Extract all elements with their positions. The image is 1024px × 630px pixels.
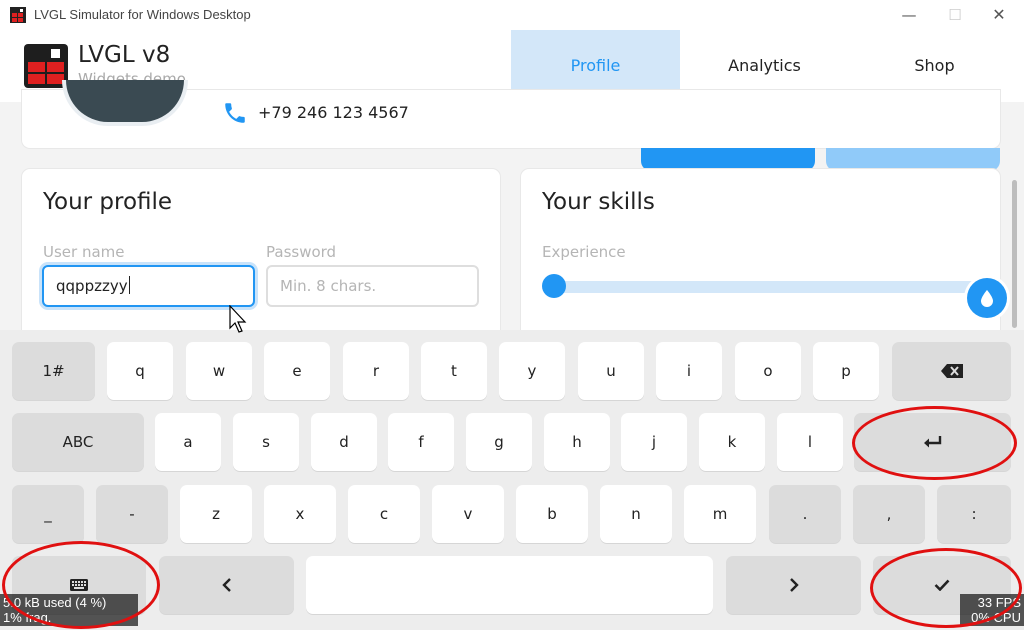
key-z[interactable]: z xyxy=(180,485,252,543)
key-w[interactable]: w xyxy=(186,342,252,400)
key-y[interactable]: y xyxy=(499,342,565,400)
key-space[interactable] xyxy=(306,556,713,614)
key-o[interactable]: o xyxy=(735,342,801,400)
key-j[interactable]: j xyxy=(621,413,687,471)
key-t[interactable]: t xyxy=(421,342,487,400)
username-value: qqppzzyy xyxy=(56,277,128,295)
phone-icon xyxy=(225,103,245,123)
window-titlebar: LVGL Simulator for Windows Desktop — ☐ ✕ xyxy=(0,0,1024,30)
maximize-button[interactable]: ☐ xyxy=(932,0,978,30)
key-r[interactable]: r xyxy=(343,342,409,400)
page-scrollbar[interactable] xyxy=(1012,180,1017,328)
drop-icon xyxy=(981,290,993,307)
chevron-left-icon xyxy=(221,578,231,592)
your-profile-title: Your profile xyxy=(43,189,173,215)
minimize-button[interactable]: — xyxy=(886,0,932,30)
key-h[interactable]: h xyxy=(544,413,610,471)
window-title: LVGL Simulator for Windows Desktop xyxy=(34,7,251,22)
key-x[interactable]: x xyxy=(264,485,336,543)
key-mode-symbols[interactable]: 1# xyxy=(12,342,95,400)
key-s[interactable]: s xyxy=(233,413,299,471)
your-skills-title: Your skills xyxy=(542,189,655,215)
key-mode-abc[interactable]: ABC xyxy=(12,413,144,471)
password-input[interactable]: Min. 8 chars. xyxy=(266,265,479,307)
performance-monitor: 33 FPS 0% CPU xyxy=(960,594,1024,626)
key-e[interactable]: e xyxy=(264,342,330,400)
key-g[interactable]: g xyxy=(466,413,532,471)
text-cursor xyxy=(128,276,130,294)
key-backspace[interactable] xyxy=(892,342,1011,400)
key-c[interactable]: c xyxy=(348,485,420,543)
key-f[interactable]: f xyxy=(388,413,454,471)
backspace-icon xyxy=(940,364,963,378)
experience-slider-knob[interactable] xyxy=(542,274,566,298)
app-title: LVGL v8 xyxy=(78,42,171,68)
chevron-right-icon xyxy=(789,578,799,592)
checkmark-icon xyxy=(934,579,950,591)
key-colon[interactable]: : xyxy=(937,485,1011,543)
key-m[interactable]: m xyxy=(684,485,756,543)
memory-frag: 1% frag. xyxy=(3,610,52,625)
profile-summary-card xyxy=(22,80,1000,171)
key-l[interactable]: l xyxy=(777,413,843,471)
password-label: Password xyxy=(266,243,337,261)
enter-icon xyxy=(923,436,941,448)
key-p[interactable]: p xyxy=(813,342,879,400)
close-button[interactable]: ✕ xyxy=(976,0,1022,30)
drop-button[interactable] xyxy=(967,278,1007,318)
key-b[interactable]: b xyxy=(516,485,588,543)
key-n[interactable]: n xyxy=(600,485,672,543)
mouse-pointer-icon xyxy=(229,305,247,333)
on-screen-keyboard: 1# q w e r t y u i o p ABC a s d f g h j… xyxy=(0,330,1024,630)
lvgl-screen: LVGL v8 Widgets demo Profile Analytics S… xyxy=(0,30,1024,630)
fps-value: 33 FPS xyxy=(977,595,1021,610)
log-out-button[interactable] xyxy=(641,148,815,171)
key-i[interactable]: i xyxy=(656,342,722,400)
key-period[interactable]: . xyxy=(769,485,841,543)
key-d[interactable]: d xyxy=(311,413,377,471)
app-icon xyxy=(10,7,26,23)
key-cursor-right[interactable] xyxy=(726,556,861,614)
username-input[interactable]: qqppzzyy xyxy=(42,265,255,307)
key-u[interactable]: u xyxy=(578,342,644,400)
key-k[interactable]: k xyxy=(699,413,765,471)
username-label: User name xyxy=(43,243,125,261)
key-enter[interactable] xyxy=(854,413,1011,471)
phone-number: +79 246 123 4567 xyxy=(258,103,409,122)
invite-button[interactable] xyxy=(826,148,1000,171)
avatar xyxy=(62,80,188,126)
key-dash[interactable]: - xyxy=(96,485,168,543)
experience-slider[interactable] xyxy=(553,281,977,293)
key-q[interactable]: q xyxy=(107,342,173,400)
key-a[interactable]: a xyxy=(155,413,221,471)
key-underscore[interactable]: _ xyxy=(12,485,84,543)
experience-label: Experience xyxy=(542,243,626,261)
key-v[interactable]: v xyxy=(432,485,504,543)
key-comma[interactable]: , xyxy=(853,485,925,543)
memory-used: 5.0 kB used (4 %) xyxy=(3,595,107,610)
memory-monitor: 5.0 kB used (4 %) 1% frag. xyxy=(0,594,138,626)
cpu-value: 0% CPU xyxy=(971,610,1021,625)
keyboard-icon xyxy=(70,579,88,591)
key-cursor-left[interactable] xyxy=(159,556,294,614)
